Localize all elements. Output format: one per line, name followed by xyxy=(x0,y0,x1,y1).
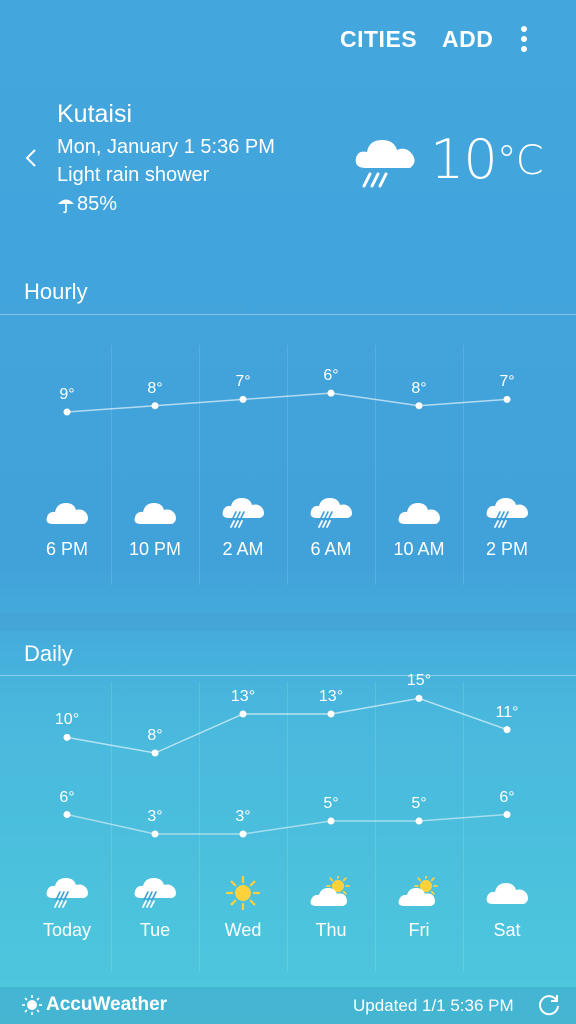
footer: AccuWeather Updated 1/1 5:36 PM xyxy=(0,987,576,1024)
refresh-icon[interactable] xyxy=(536,992,562,1018)
brand-name: AccuWeather xyxy=(46,994,168,1015)
daily-low-line xyxy=(66,813,508,835)
daily-low-label: 5° xyxy=(323,795,339,812)
updated-time: Updated 1/1 5:36 PM xyxy=(353,996,514,1015)
daily-day-label: Today xyxy=(42,920,92,940)
daily-low-point xyxy=(503,811,511,818)
cloud-icon xyxy=(486,883,528,904)
accuweather-logo[interactable]: AccuWeather xyxy=(22,994,167,1016)
daily-low-point xyxy=(151,830,159,838)
daily-high-label: 13° xyxy=(318,688,344,705)
daily-low-label: 3° xyxy=(235,808,251,825)
rain-icon xyxy=(134,878,176,908)
daily-low-label: 3° xyxy=(147,808,163,825)
daily-low-label: 6° xyxy=(59,788,75,806)
daily-high-label: 13° xyxy=(230,688,256,705)
daily-high-label: 15° xyxy=(406,672,432,690)
daily-high-label: 8° xyxy=(147,727,163,744)
daily-low-label: 5° xyxy=(411,795,427,812)
daily-low xyxy=(63,811,511,838)
daily-day-label: Sat xyxy=(493,920,521,940)
daily-low-point xyxy=(415,817,423,825)
daily-day-label: Fri xyxy=(408,920,430,940)
sun-cloud-icon xyxy=(398,876,438,906)
sun-logo-icon xyxy=(22,995,42,1015)
daily-day-label: Tue xyxy=(139,920,171,940)
daily-day-label: Thu xyxy=(315,920,347,940)
daily-day-label: Wed xyxy=(224,920,262,940)
rain-icon xyxy=(46,878,88,908)
daily-high-label: 11° xyxy=(495,703,519,721)
daily-low-label: 6° xyxy=(499,788,515,806)
daily-low-point xyxy=(239,830,247,838)
sun-cloud-icon xyxy=(310,876,350,906)
daily-low-point xyxy=(327,817,335,825)
sun-icon xyxy=(225,876,261,910)
daily-high-label: 10° xyxy=(54,711,80,729)
daily-low-point xyxy=(63,811,71,818)
